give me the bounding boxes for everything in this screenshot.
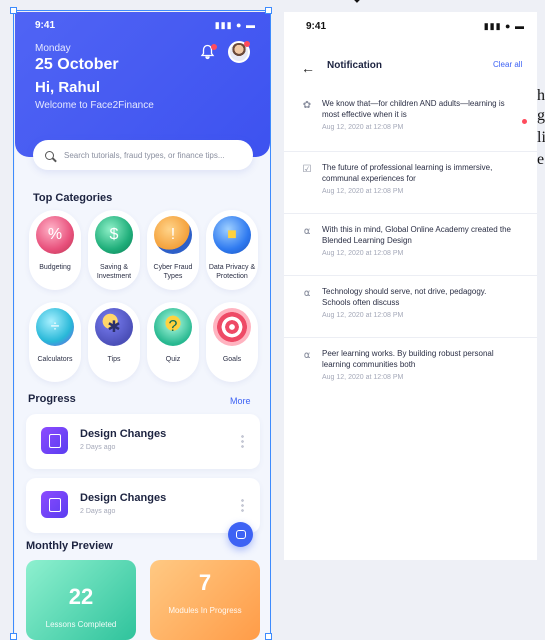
back-arrow-icon[interactable]: ← bbox=[301, 60, 315, 76]
clear-all-button[interactable]: Clear all bbox=[493, 60, 522, 69]
budget-icon: % bbox=[36, 216, 74, 254]
notification-item[interactable]: ⍺ Technology should serve, not drive, pe… bbox=[284, 276, 537, 338]
chat-icon bbox=[235, 530, 246, 539]
money-jar-icon: $ bbox=[95, 216, 133, 254]
notification-time: Aug 12, 2020 at 12:08 PM bbox=[322, 250, 404, 257]
quiz-bulb-icon: ? bbox=[154, 308, 192, 346]
category-quiz[interactable]: ? Quiz bbox=[147, 302, 199, 382]
shield-lock-icon: ■ bbox=[213, 216, 251, 254]
greeting: Hi, Rahul bbox=[35, 79, 101, 96]
category-saving-investment[interactable]: $ Saving & Investment bbox=[88, 210, 140, 290]
status-time: 9:41 bbox=[35, 20, 56, 31]
avatar-status-dot bbox=[244, 41, 250, 47]
background-text-fragment: g bbox=[537, 107, 545, 124]
notification-text: We know that—for children AND adults—lea… bbox=[322, 99, 505, 119]
notification-text: Peer learning works. By building robust … bbox=[322, 349, 494, 369]
notification-item[interactable]: ✿ We know that—for children AND adults—l… bbox=[284, 88, 537, 152]
document-icon bbox=[41, 491, 68, 518]
target-icon: ◎ bbox=[213, 308, 251, 346]
more-vertical-icon[interactable] bbox=[241, 498, 244, 512]
date-label: 25 October bbox=[35, 56, 119, 73]
notification-list: ✿ We know that—for children AND adults—l… bbox=[284, 88, 537, 400]
background-text-fragment: li bbox=[537, 129, 545, 146]
chat-button[interactable] bbox=[228, 522, 253, 547]
notification-bell-icon[interactable] bbox=[200, 44, 217, 62]
category-grid: % Budgeting $ Saving & Investment ! Cybe… bbox=[29, 210, 261, 382]
notification-item[interactable]: ⍺ Peer learning works. By building robus… bbox=[284, 338, 537, 400]
category-label: Tips bbox=[107, 356, 121, 363]
status-icons: ▮▮▮ ● ▬ bbox=[483, 21, 525, 31]
home-header: 9:41 ▮▮▮ ● ▬ Monday 25 October Hi, Rahul… bbox=[15, 12, 270, 157]
more-vertical-icon[interactable] bbox=[241, 434, 244, 448]
notification-time: Aug 12, 2020 at 12:08 PM bbox=[322, 312, 404, 319]
category-calculators[interactable]: ÷ Calculators bbox=[29, 302, 81, 382]
page-title: Notification bbox=[327, 60, 382, 71]
selection-handle[interactable] bbox=[265, 633, 272, 640]
bell-icon: ⍺ bbox=[303, 226, 311, 237]
selection-handle[interactable] bbox=[265, 7, 272, 14]
notification-text: With this in mind, Global Online Academy… bbox=[322, 225, 511, 245]
phone-hacker-icon: ! bbox=[154, 216, 192, 254]
lessons-completed-label: Lessons Completed bbox=[45, 620, 117, 629]
category-label: Goals bbox=[222, 356, 242, 363]
category-label: Data Privacy & Protection bbox=[208, 264, 256, 280]
bell-icon: ⍺ bbox=[303, 350, 311, 361]
progress-item[interactable]: Design Changes 2 Days ago bbox=[26, 478, 260, 533]
notification-time: Aug 12, 2020 at 12:08 PM bbox=[322, 188, 404, 195]
unread-indicator bbox=[211, 44, 217, 50]
calculator-icon: ÷ bbox=[36, 308, 74, 346]
category-data-privacy[interactable]: ■ Data Privacy & Protection bbox=[206, 210, 258, 290]
home-screen: 9:41 ▮▮▮ ● ▬ Monday 25 October Hi, Rahul… bbox=[15, 12, 270, 640]
notification-time: Aug 12, 2020 at 12:08 PM bbox=[322, 124, 404, 131]
category-tips[interactable]: ✱ Tips bbox=[88, 302, 140, 382]
search-icon bbox=[45, 150, 54, 160]
calendar-check-icon: ☑ bbox=[302, 164, 312, 175]
lessons-completed-card[interactable]: 22 Lessons Completed bbox=[26, 560, 136, 640]
notification-header: ← Notification Clear all bbox=[284, 52, 537, 82]
avatar[interactable] bbox=[228, 41, 250, 63]
lessons-completed-value: 22 bbox=[68, 584, 94, 609]
notification-item[interactable]: ☑ The future of professional learning is… bbox=[284, 152, 537, 214]
modules-in-progress-card[interactable]: 7 Modules In Progress bbox=[150, 560, 260, 640]
selection-handle[interactable] bbox=[10, 633, 17, 640]
notification-screen: 9:41 ▮▮▮ ● ▬ ← Notification Clear all ✿ … bbox=[284, 12, 537, 560]
progress-title: Progress bbox=[28, 393, 76, 405]
badge-icon: ✿ bbox=[302, 100, 312, 111]
progress-item[interactable]: Design Changes 2 Days ago bbox=[26, 414, 260, 469]
notification-text: The future of professional learning is i… bbox=[322, 163, 493, 183]
category-goals[interactable]: ◎ Goals bbox=[206, 302, 258, 382]
category-budgeting[interactable]: % Budgeting bbox=[29, 210, 81, 290]
background-text-fragment: e bbox=[537, 151, 545, 168]
unread-indicator bbox=[522, 119, 527, 124]
welcome-text: Welcome to Face2Finance bbox=[35, 100, 154, 111]
top-categories-title: Top Categories bbox=[33, 192, 113, 204]
modules-in-progress-label: Modules In Progress bbox=[168, 606, 242, 615]
progress-item-subtitle: 2 Days ago bbox=[80, 444, 116, 451]
notification-item[interactable]: ⍺ With this in mind, Global Online Acade… bbox=[284, 214, 537, 276]
search-input[interactable] bbox=[64, 150, 244, 160]
category-label: Quiz bbox=[165, 356, 181, 363]
search-bar[interactable] bbox=[33, 140, 253, 170]
category-label: Budgeting bbox=[39, 264, 71, 271]
progress-item-subtitle: 2 Days ago bbox=[80, 508, 116, 515]
notification-time: Aug 12, 2020 at 12:08 PM bbox=[322, 374, 404, 381]
notification-text: Technology should serve, not drive, peda… bbox=[322, 287, 487, 307]
modules-in-progress-value: 7 bbox=[198, 570, 212, 595]
category-label: Cyber Fraud Types bbox=[153, 264, 193, 280]
category-label: Calculators bbox=[37, 356, 73, 363]
progress-item-title: Design Changes bbox=[80, 428, 167, 440]
progress-more-link[interactable]: More bbox=[230, 396, 251, 406]
status-time: 9:41 bbox=[306, 21, 327, 32]
status-icons: ▮▮▮ ● ▬ bbox=[214, 20, 256, 30]
selection-handle[interactable] bbox=[10, 7, 17, 14]
day-label: Monday bbox=[35, 43, 71, 54]
bell-icon: ⍺ bbox=[303, 288, 311, 299]
canvas-arrow-mark bbox=[340, 0, 360, 10]
document-icon bbox=[41, 427, 68, 454]
category-cyber-fraud[interactable]: ! Cyber Fraud Types bbox=[147, 210, 199, 290]
monthly-preview-title: Monthly Preview bbox=[26, 540, 113, 552]
progress-item-title: Design Changes bbox=[80, 492, 167, 504]
category-label: Saving & Investment bbox=[96, 264, 132, 280]
lightbulb-icon: ✱ bbox=[95, 308, 133, 346]
